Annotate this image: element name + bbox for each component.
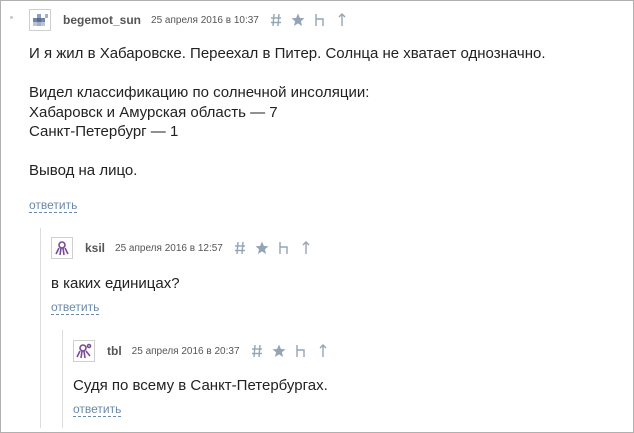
comment-text-line: Судя по всему в Санкт-Петербургах. [73,377,328,394]
comment-text-line: И я жил в Хабаровске. Переехал в Питер. … [29,45,546,62]
username[interactable]: tbl [107,344,122,358]
comment-text-line: Санкт-Петербург — 1 [29,123,179,140]
avatar[interactable] [51,237,73,259]
parent-link-icon[interactable] [273,239,295,257]
comment-bullet [10,16,13,19]
comment-text-line: Хабаровск и Амурская область — 7 [29,103,278,121]
avatar[interactable] [73,340,95,362]
comment-header: tbl 25 апреля 2016 в 20:37 [73,339,334,363]
comment-body: в каких единицах? [51,274,180,294]
comment-text-line: Вывод на лицо. [29,162,138,179]
up-arrow-icon[interactable] [331,11,353,29]
avatar[interactable] [29,9,51,31]
username[interactable]: begemot_sun [63,13,141,27]
comment-date[interactable]: 25 апреля 2016 в 10:37 [151,15,259,26]
up-arrow-icon[interactable] [312,342,334,360]
username[interactable]: ksil [85,241,105,255]
hash-icon[interactable] [246,342,268,360]
comment-header: ksil 25 апреля 2016 в 12:57 [51,236,317,260]
reply-link[interactable]: ответить [51,301,100,315]
star-icon[interactable] [268,342,290,360]
thread-line [62,330,63,428]
parent-link-icon[interactable] [309,11,331,29]
thread-line [40,228,41,428]
hash-icon[interactable] [265,11,287,29]
comment-date[interactable]: 25 апреля 2016 в 20:37 [132,346,240,357]
parent-link-icon[interactable] [290,342,312,360]
star-icon[interactable] [287,11,309,29]
comment-body: И я жил в Хабаровске. Переехал в Питер. … [29,44,546,181]
comment-date[interactable]: 25 апреля 2016 в 12:57 [115,243,223,254]
comment-text-line: Видел классификацию по солнечной инсоляц… [29,84,370,101]
comment-body: Судя по всему в Санкт-Петербургах. [73,376,328,396]
comment-header: begemot_sun 25 апреля 2016 в 10:37 [29,8,353,32]
up-arrow-icon[interactable] [295,239,317,257]
reply-link[interactable]: ответить [73,403,122,417]
star-icon[interactable] [251,239,273,257]
hash-icon[interactable] [229,239,251,257]
reply-link[interactable]: ответить [29,199,78,213]
comment-text-line: в каких единицах? [51,275,180,292]
